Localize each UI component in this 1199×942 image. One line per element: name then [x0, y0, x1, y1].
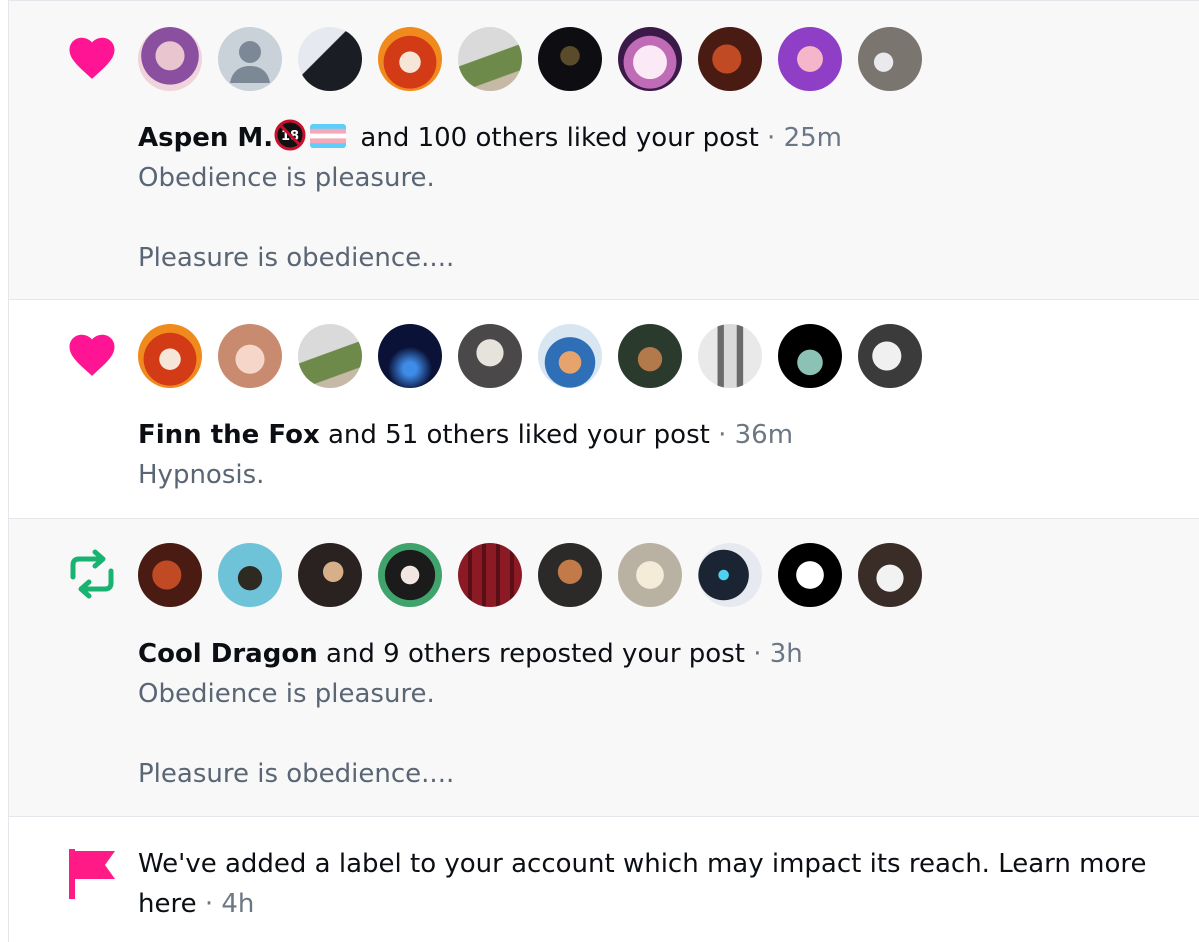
- avatar[interactable]: [698, 27, 762, 91]
- avatar[interactable]: [218, 543, 282, 607]
- actor-name[interactable]: Finn the Fox: [138, 420, 320, 450]
- notification-headline: Finn the Fox and 51 others liked your po…: [138, 415, 793, 455]
- trans-flag-emoji: [310, 124, 347, 148]
- label-notice-text[interactable]: We've added a label to your account whic…: [138, 844, 1178, 924]
- avatar[interactable]: [858, 324, 922, 388]
- avatar[interactable]: [138, 543, 202, 607]
- notification-repost[interactable]: Cool Dragon and 9 others reposted your p…: [9, 519, 1199, 817]
- avatar[interactable]: [698, 324, 762, 388]
- action-text: and 51 others liked your post: [319, 420, 710, 450]
- avatar[interactable]: [778, 324, 842, 388]
- notification-label[interactable]: We've added a label to your account whic…: [9, 817, 1199, 942]
- avatar[interactable]: [138, 324, 202, 388]
- post-snippet-line: Pleasure is obedience....: [138, 759, 455, 789]
- post-snippet-line: Obedience is pleasure.: [138, 679, 435, 709]
- actor-name[interactable]: Aspen M.: [138, 123, 273, 153]
- post-snippet-line: Pleasure is obedience....: [138, 243, 455, 273]
- avatar[interactable]: [378, 543, 442, 607]
- avatar[interactable]: [618, 324, 682, 388]
- avatar[interactable]: [618, 27, 682, 91]
- action-text: and 100 others liked your post: [352, 123, 759, 153]
- avatar[interactable]: [858, 27, 922, 91]
- avatar[interactable]: [538, 27, 602, 91]
- avatar[interactable]: [458, 324, 522, 388]
- avatar[interactable]: [858, 543, 922, 607]
- avatar[interactable]: [538, 324, 602, 388]
- 18-plus-badge: 18: [274, 119, 306, 151]
- actor-name[interactable]: Cool Dragon: [138, 639, 318, 669]
- timestamp: · 36m: [709, 420, 794, 450]
- repost-icon: [70, 549, 114, 599]
- avatar[interactable]: [538, 543, 602, 607]
- avatar[interactable]: [618, 543, 682, 607]
- flag-icon: [69, 849, 115, 899]
- avatar[interactable]: [218, 324, 282, 388]
- avatar[interactable]: [298, 27, 362, 91]
- avatar[interactable]: [458, 543, 522, 607]
- avatar[interactable]: [298, 324, 362, 388]
- notifications-feed: Aspen M.18 and 100 others liked your pos…: [8, 0, 1199, 942]
- avatar[interactable]: [378, 324, 442, 388]
- avatar[interactable]: [378, 27, 442, 91]
- avatar[interactable]: [298, 543, 362, 607]
- avatar[interactable]: [218, 27, 282, 91]
- timestamp: · 3h: [744, 639, 803, 669]
- avatar[interactable]: [698, 543, 762, 607]
- notification-like[interactable]: Finn the Fox and 51 others liked your po…: [9, 300, 1199, 519]
- action-text: and 9 others reposted your post: [317, 639, 745, 669]
- notice-message: We've added a label to your account whic…: [138, 849, 1147, 919]
- heart-icon: [69, 334, 115, 376]
- avatar[interactable]: [778, 543, 842, 607]
- avatar[interactable]: [778, 27, 842, 91]
- avatar[interactable]: [138, 27, 202, 91]
- post-snippet-line: Obedience is pleasure.: [138, 163, 435, 193]
- avatar[interactable]: [458, 27, 522, 91]
- timestamp: · 4h: [196, 889, 255, 919]
- notification-headline: Cool Dragon and 9 others reposted your p…: [138, 634, 803, 674]
- notification-like[interactable]: Aspen M.18 and 100 others liked your pos…: [9, 0, 1199, 300]
- default-avatar-icon: [230, 41, 270, 83]
- heart-icon: [69, 37, 115, 79]
- timestamp: · 25m: [758, 123, 843, 153]
- notification-headline: Aspen M.18 and 100 others liked your pos…: [138, 118, 842, 158]
- post-snippet-line: Hypnosis.: [138, 460, 265, 490]
